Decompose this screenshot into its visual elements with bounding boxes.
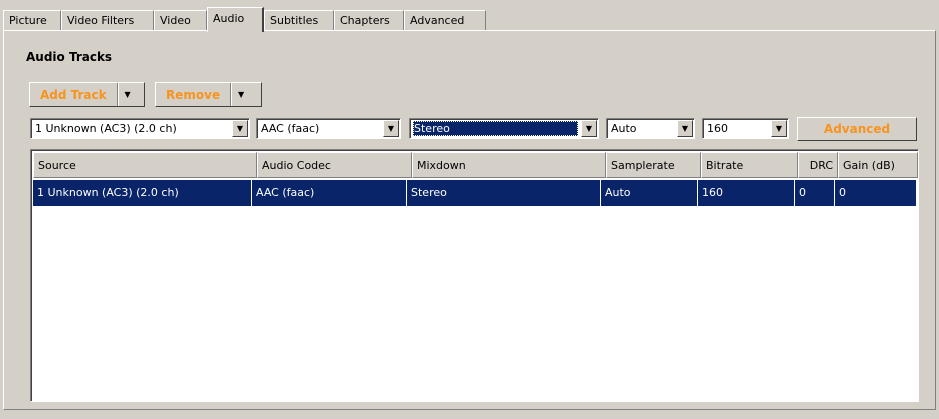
- advanced-button[interactable]: Advanced: [797, 117, 917, 141]
- tab-video[interactable]: Video: [154, 10, 207, 30]
- cell-samplerate: Auto: [601, 180, 698, 206]
- add-track-label[interactable]: Add Track: [30, 83, 118, 106]
- tab-subtitles[interactable]: Subtitles: [264, 10, 334, 30]
- tab-chapters[interactable]: Chapters: [334, 10, 404, 30]
- audio-tracks-title: Audio Tracks: [26, 50, 113, 64]
- chevron-down-icon[interactable]: ▼: [677, 120, 693, 137]
- tab-video-filters[interactable]: Video Filters: [61, 10, 154, 30]
- chevron-down-icon[interactable]: ▼: [232, 120, 248, 137]
- list-header: Source Audio Codec Mixdown Samplerate Bi…: [33, 152, 918, 178]
- audio-codec-select[interactable]: AAC (faac) ▼: [256, 118, 401, 139]
- tab-picture[interactable]: Picture: [3, 10, 61, 30]
- cell-bitrate: 160: [698, 180, 795, 206]
- column-drc[interactable]: DRC: [798, 152, 838, 178]
- chevron-down-icon[interactable]: ▼: [581, 120, 597, 137]
- bitrate-select[interactable]: 160 ▼: [702, 118, 789, 139]
- samplerate-select[interactable]: Auto ▼: [606, 118, 695, 139]
- audio-tracks-list[interactable]: Source Audio Codec Mixdown Samplerate Bi…: [30, 149, 919, 402]
- column-source[interactable]: Source: [33, 152, 257, 178]
- tab-advanced[interactable]: Advanced: [404, 10, 486, 30]
- samplerate-select-value: Auto: [611, 122, 637, 135]
- chevron-down-icon[interactable]: ▼: [383, 120, 399, 137]
- column-bitrate[interactable]: Bitrate: [701, 152, 798, 178]
- audio-codec-select-value: AAC (faac): [261, 122, 320, 135]
- cell-mixdown: Stereo: [407, 180, 601, 206]
- cell-audio-codec: AAC (faac): [252, 180, 407, 206]
- remove-button[interactable]: Remove ▼: [155, 82, 262, 107]
- mixdown-select-value: Stereo: [413, 121, 578, 136]
- add-track-button[interactable]: Add Track ▼: [29, 82, 145, 107]
- cell-source: 1 Unknown (AC3) (2.0 ch): [33, 180, 252, 206]
- chevron-down-icon[interactable]: ▼: [771, 120, 787, 137]
- cell-gain: 0: [839, 186, 846, 199]
- chevron-down-icon[interactable]: ▼: [117, 83, 137, 106]
- cell-drc: 0: [795, 180, 835, 206]
- source-select-value: 1 Unknown (AC3) (2.0 ch): [35, 122, 177, 135]
- chevron-down-icon[interactable]: ▼: [231, 83, 250, 106]
- column-gain[interactable]: Gain (dB): [838, 152, 918, 178]
- source-select[interactable]: 1 Unknown (AC3) (2.0 ch) ▼: [30, 118, 250, 139]
- bitrate-select-value: 160: [707, 122, 728, 135]
- remove-label[interactable]: Remove: [156, 83, 232, 106]
- mixdown-select[interactable]: Stereo ▼: [409, 118, 599, 139]
- tab-audio[interactable]: Audio: [207, 7, 264, 32]
- column-mixdown[interactable]: Mixdown: [412, 152, 606, 178]
- column-audio-codec[interactable]: Audio Codec: [257, 152, 412, 178]
- tab-strip: Picture Video Filters Video Audio Subtit…: [3, 7, 489, 32]
- column-samplerate[interactable]: Samplerate: [606, 152, 701, 178]
- table-row[interactable]: 1 Unknown (AC3) (2.0 ch) AAC (faac) Ster…: [33, 180, 916, 206]
